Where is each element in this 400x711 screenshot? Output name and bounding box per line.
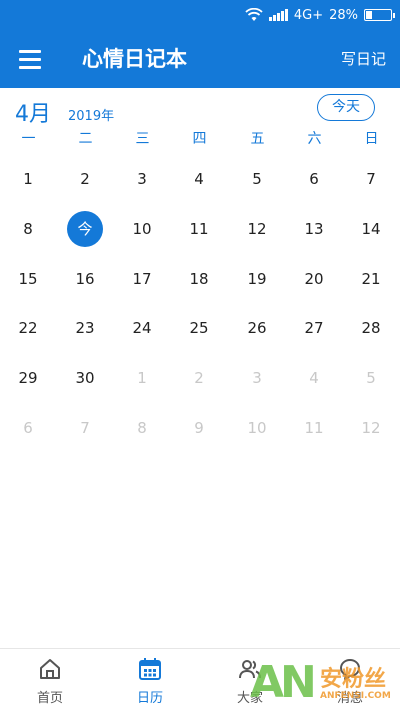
calendar-grid: 1 2 3 4 5 6 7 8 今 10 11 12 13 14 15 16 17 18 19 20 21 22 23 24 2…	[0, 154, 400, 454]
year-label: 2019年	[68, 109, 115, 124]
calendar-icon	[139, 658, 161, 680]
day-cell[interactable]: 11	[294, 408, 334, 448]
day-cell[interactable]: 9	[179, 408, 219, 448]
day-cell[interactable]: 20	[294, 259, 334, 299]
day-cell[interactable]: 1	[122, 358, 162, 398]
day-cell[interactable]: 8	[8, 209, 48, 249]
weekday-row: 一二三四五六日	[0, 128, 400, 150]
day-cell[interactable]: 5	[351, 358, 391, 398]
write-diary-button[interactable]: 写日记	[341, 44, 386, 74]
day-cell[interactable]: 30	[65, 358, 105, 398]
day-cell[interactable]: 22	[8, 308, 48, 348]
day-cell[interactable]: 23	[65, 308, 105, 348]
nav-home[interactable]: 首页	[0, 649, 100, 711]
watermark-en: ANFENSI.COM	[320, 691, 391, 701]
status-indicators: 4G+ 28%	[245, 4, 395, 26]
watermark-cn: 安粉丝	[320, 667, 387, 692]
day-cell[interactable]: 3	[237, 358, 277, 398]
day-cell[interactable]: 6	[8, 408, 48, 448]
day-cell[interactable]: 4	[294, 358, 334, 398]
wifi-icon	[245, 8, 263, 21]
weekday-label: 二	[78, 131, 93, 147]
nav-calendar[interactable]: 日历	[100, 649, 200, 711]
day-cell[interactable]: 19	[237, 259, 277, 299]
weekday-label: 五	[250, 131, 265, 147]
day-cell[interactable]: 6	[294, 159, 334, 199]
weekday-label: 一	[21, 131, 36, 147]
app-title: 心情日记本	[82, 47, 187, 71]
day-cell[interactable]: 28	[351, 308, 391, 348]
weekday-label: 六	[307, 131, 322, 147]
nav-home-label: 首页	[36, 691, 63, 706]
day-cell[interactable]: 11	[179, 209, 219, 249]
day-cell[interactable]: 29	[8, 358, 48, 398]
month-header: 4月 2019年 今天	[0, 88, 400, 130]
day-cell[interactable]: 18	[179, 259, 219, 299]
home-icon	[40, 659, 60, 679]
battery-fill	[366, 11, 372, 19]
day-cell[interactable]: 2	[179, 358, 219, 398]
weekday-label: 四	[192, 131, 207, 147]
nav-calendar-label: 日历	[136, 691, 163, 706]
weekday-label: 日	[364, 131, 379, 147]
signal-icon	[268, 9, 288, 21]
battery-percent: 28%	[329, 7, 358, 23]
day-cell[interactable]: 25	[179, 308, 219, 348]
menu-icon[interactable]	[14, 44, 46, 74]
battery-icon	[364, 9, 395, 21]
day-cell[interactable]: 12	[237, 209, 277, 249]
today-button[interactable]: 今天	[317, 94, 375, 121]
day-cell[interactable]: 7	[65, 408, 105, 448]
day-cell[interactable]: 8	[122, 408, 162, 448]
day-cell[interactable]: 5	[237, 159, 277, 199]
day-cell[interactable]: 12	[351, 408, 391, 448]
day-cell[interactable]: 17	[122, 259, 162, 299]
day-cell[interactable]: 21	[351, 259, 391, 299]
day-cell[interactable]: 27	[294, 308, 334, 348]
app-bar: 心情日记本 写日记	[0, 30, 400, 88]
weekday-label: 三	[135, 131, 150, 147]
day-cell[interactable]: 1	[8, 159, 48, 199]
day-cell[interactable]: 14	[351, 209, 391, 249]
day-cell[interactable]: 2	[65, 159, 105, 199]
status-bar: 4G+ 28%	[0, 0, 400, 30]
day-cell-today[interactable]: 今	[67, 211, 103, 247]
day-cell[interactable]: 7	[351, 159, 391, 199]
day-cell[interactable]: 13	[294, 209, 334, 249]
watermark-an: AN	[250, 657, 317, 708]
day-cell[interactable]: 4	[179, 159, 219, 199]
watermark-logo: AN 安粉丝 ANFENSI.COM	[250, 655, 400, 711]
network-type: 4G+	[293, 7, 324, 23]
day-cell[interactable]: 3	[122, 159, 162, 199]
day-cell[interactable]: 16	[65, 259, 105, 299]
day-cell[interactable]: 10	[237, 408, 277, 448]
day-cell[interactable]: 15	[8, 259, 48, 299]
month-label: 4月	[15, 102, 51, 127]
day-cell[interactable]: 24	[122, 308, 162, 348]
day-cell[interactable]: 10	[122, 209, 162, 249]
day-cell[interactable]: 26	[237, 308, 277, 348]
